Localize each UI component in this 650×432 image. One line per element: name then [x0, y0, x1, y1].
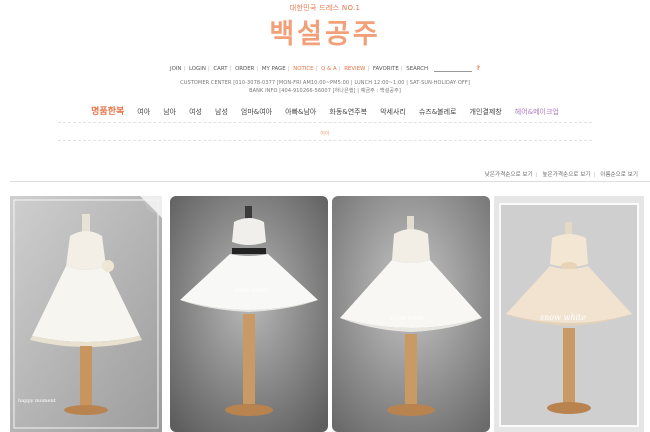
search-icon[interactable]: ? [477, 65, 480, 72]
product-label: snow white [390, 315, 425, 322]
product-label: snow white [540, 313, 586, 322]
product-image[interactable]: snow white [332, 196, 490, 432]
site-logo[interactable]: 백설공주 [0, 12, 650, 51]
category-mom-girl[interactable]: 엄마&여아 [241, 108, 272, 116]
category-hanbok[interactable]: 명품한복 [91, 107, 124, 117]
category-girls[interactable]: 여아 [137, 108, 150, 116]
menu-notice[interactable]: NOTICE [293, 66, 313, 72]
top-menu: JOIN | LOGIN | CART | ORDER | MY PAGE | NOTIC… [169, 65, 481, 72]
customer-center: CUSTOMER CENTER [010-3078-0377 [MON-FRI … [180, 80, 470, 86]
sort-high-price[interactable]: 높은가격순으로 보기 [542, 172, 590, 178]
menu-order[interactable]: ORDER [235, 66, 254, 72]
category-boys[interactable]: 남아 [163, 108, 176, 116]
product-image[interactable]: snow white [170, 196, 328, 432]
product-card[interactable]: snow white [494, 196, 644, 432]
menu-login[interactable]: LOGIN [189, 66, 206, 72]
menu-search-label: SEARCH [406, 66, 429, 72]
bank-info: BANK INFO [404-910266-56007 [하나은행] | 예금주… [249, 88, 401, 94]
menu-mypage[interactable]: MY PAGE [262, 66, 286, 72]
menu-review[interactable]: REVIEW [344, 66, 365, 72]
product-image[interactable]: happy moment [10, 196, 162, 432]
sort-name[interactable]: 이름순으로 보기 [600, 172, 638, 178]
category-nav: 명품한복 여아 남아 여성 남성 엄마&여아 아빠&남아 화동&연주복 악세사리… [0, 104, 650, 117]
category-shoes-bolero[interactable]: 슈즈&볼레로 [419, 108, 457, 116]
divider [58, 122, 592, 123]
product-label: happy moment [18, 398, 56, 404]
category-personal-payment[interactable]: 개인결제창 [470, 108, 502, 116]
search-input[interactable] [433, 66, 472, 72]
category-men[interactable]: 남성 [215, 108, 228, 116]
category-hair-makeup[interactable]: 헤어&메이크업 [515, 108, 559, 116]
category-women[interactable]: 여성 [189, 108, 202, 116]
menu-qna[interactable]: Q & A [321, 66, 337, 72]
category-accessories[interactable]: 악세사리 [380, 108, 406, 116]
menu-join[interactable]: JOIN [170, 66, 181, 72]
divider [58, 140, 592, 141]
menu-favorite[interactable]: FAVORITE [373, 66, 399, 72]
divider [10, 181, 650, 182]
product-label: snow white [234, 287, 269, 294]
product-card[interactable]: snow white [170, 196, 328, 432]
category-dad-boy[interactable]: 아빠&남아 [285, 108, 316, 116]
sort-low-price[interactable]: 낮은가격순으로 보기 [485, 172, 533, 178]
sub-category-girls[interactable]: 여아 [0, 130, 650, 137]
product-image[interactable]: snow white [494, 196, 644, 432]
product-card[interactable]: snow white [332, 196, 490, 432]
category-flower-concert[interactable]: 화동&연주복 [329, 108, 367, 116]
menu-cart[interactable]: CART [213, 66, 227, 72]
product-card[interactable]: happy moment [10, 196, 162, 432]
sort-options: 낮은가격순으로 보기 | 높은가격순으로 보기 | 이름순으로 보기 [484, 172, 638, 178]
